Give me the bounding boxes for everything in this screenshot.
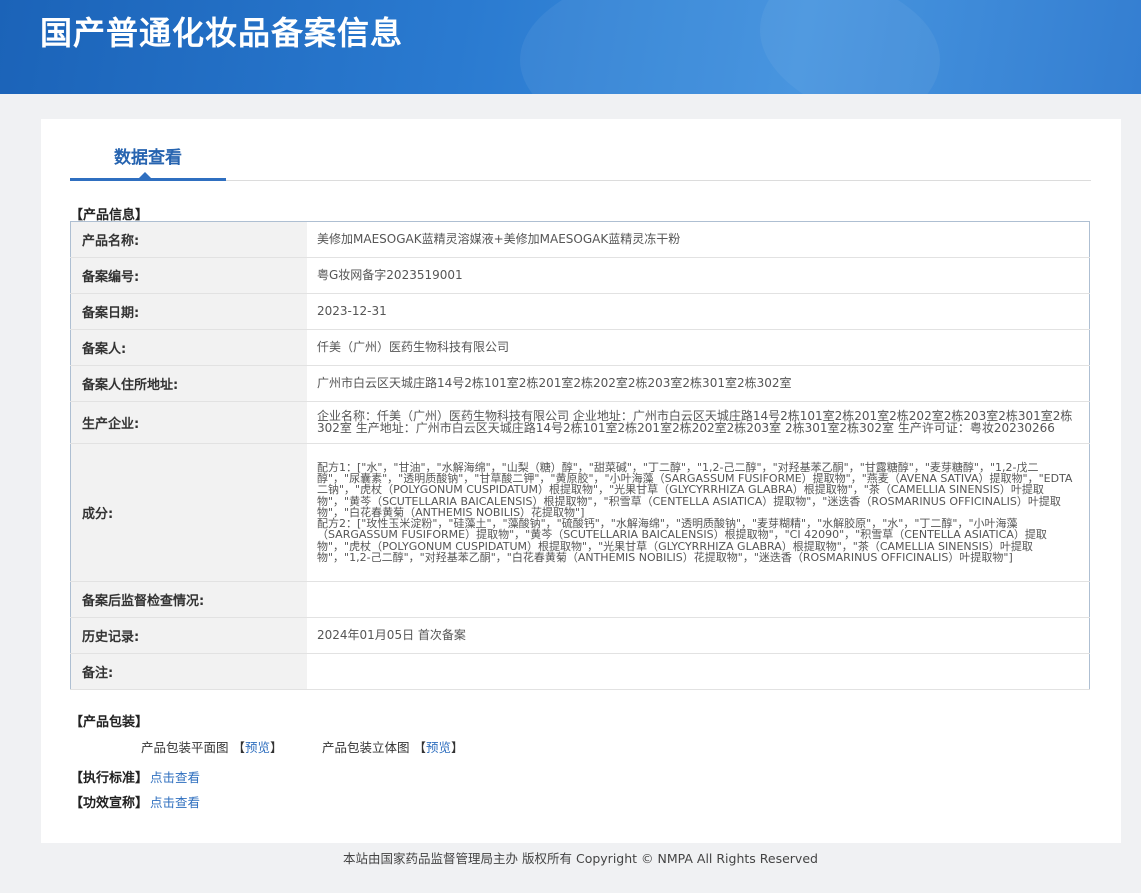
page-header: 国产普通化妆品备案信息 <box>0 0 1141 94</box>
table-row: 备案人住所地址: 广州市白云区天城庄路14号2栋101室2栋201室2栋202室… <box>70 365 1090 402</box>
row-value: 配方1：["水"，"甘油"，"水解海绵"，"山梨（糖）醇"，"甜菜碱"，"丁二醇… <box>307 443 1090 582</box>
row-value <box>307 581 1090 618</box>
package-flat-item: 产品包装平面图 【预览】 <box>141 737 283 756</box>
table-row: 备案日期: 2023-12-31 <box>70 293 1090 330</box>
row-value: 2024年01月05日 首次备案 <box>307 617 1090 654</box>
table-row: 备案后监督检查情况: <box>70 581 1090 618</box>
table-row: 备案人: 仟美（广州）医药生物科技有限公司 <box>70 329 1090 366</box>
row-key: 生产企业: <box>70 401 307 444</box>
table-row: 备注: <box>70 653 1090 690</box>
row-value: 仟美（广州）医药生物科技有限公司 <box>307 329 1090 366</box>
row-key: 历史记录: <box>70 617 307 654</box>
packaging-section-label: 【产品包装】 <box>70 715 149 730</box>
row-value <box>307 653 1090 690</box>
row-key: 备案后监督检查情况: <box>70 581 307 618</box>
package-flat-label: 产品包装平面图 <box>141 740 229 755</box>
bracket: 】 <box>270 740 283 755</box>
row-key: 产品名称: <box>70 221 307 258</box>
table-row: 历史记录: 2024年01月05日 首次备案 <box>70 617 1090 654</box>
package-solid-preview-link[interactable]: 预览 <box>426 740 451 755</box>
row-value: 粤G妆网备字2023519001 <box>307 257 1090 294</box>
table-row: 生产企业: 企业名称：仟美（广州）医药生物科技有限公司 企业地址：广州市白云区天… <box>70 401 1090 444</box>
table-row: 产品名称: 美修加MAESOGAK蓝精灵溶媒液+美修加MAESOGAK蓝精灵冻干… <box>70 221 1090 258</box>
package-solid-label: 产品包装立体图 <box>322 740 410 755</box>
page-title: 国产普通化妆品备案信息 <box>40 14 404 52</box>
row-key: 备案人住所地址: <box>70 365 307 402</box>
table-row: 成分: 配方1：["水"，"甘油"，"水解海绵"，"山梨（糖）醇"，"甜菜碱"，… <box>70 443 1090 582</box>
row-key: 备案日期: <box>70 293 307 330</box>
row-key: 备注: <box>70 653 307 690</box>
package-flat-preview-link[interactable]: 预览 <box>245 740 270 755</box>
row-key: 成分: <box>70 443 307 582</box>
product-info-table: 产品名称: 美修加MAESOGAK蓝精灵溶媒液+美修加MAESOGAK蓝精灵冻干… <box>70 221 1090 690</box>
standard-view-link[interactable]: 点击查看 <box>150 767 200 786</box>
row-value: 美修加MAESOGAK蓝精灵溶媒液+美修加MAESOGAK蓝精灵冻干粉 <box>307 221 1090 258</box>
row-key: 备案人: <box>70 329 307 366</box>
bracket: 】 <box>451 740 464 755</box>
efficacy-section-label: 【功效宣称】 <box>70 796 149 811</box>
bracket: 【 <box>413 740 427 755</box>
row-value: 2023-12-31 <box>307 293 1090 330</box>
package-solid-item: 产品包装立体图 【预览】 <box>322 737 464 756</box>
content-card: 数据查看 【产品信息】 产品名称: 美修加MAESOGAK蓝精灵溶媒液+美修加M… <box>41 119 1121 843</box>
header-decoration <box>760 0 1141 94</box>
efficacy-view-link[interactable]: 点击查看 <box>150 792 200 811</box>
row-key: 备案编号: <box>70 257 307 294</box>
row-value: 企业名称：仟美（广州）医药生物科技有限公司 企业地址：广州市白云区天城庄路14号… <box>307 401 1090 444</box>
table-row: 备案编号: 粤G妆网备字2023519001 <box>70 257 1090 294</box>
bracket: 【 <box>232 740 246 755</box>
footer-copyright: 本站由国家药品监督管理局主办 版权所有 Copyright © NMPA All… <box>343 851 818 866</box>
standard-section-label: 【执行标准】 <box>70 771 149 786</box>
tab-caret-icon <box>139 172 151 178</box>
row-value: 广州市白云区天城庄路14号2栋101室2栋201室2栋202室2栋203室2栋3… <box>307 365 1090 402</box>
tab-active-indicator <box>70 178 226 181</box>
